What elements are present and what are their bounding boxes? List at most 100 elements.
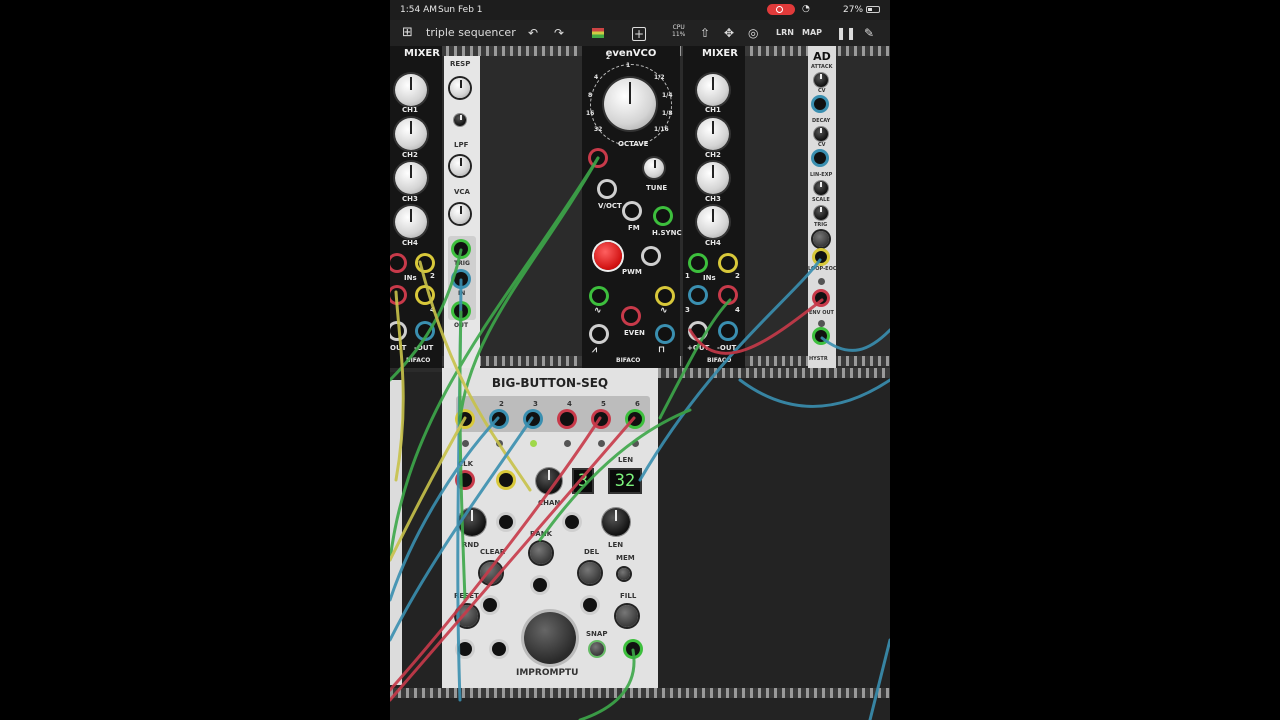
lin-exp-knob[interactable] (814, 181, 828, 195)
ch1-out-jack[interactable] (458, 412, 472, 426)
learn-button[interactable]: LRN (776, 25, 794, 41)
bank-cv-jack[interactable] (533, 578, 547, 592)
patch-title[interactable]: triple sequencer (426, 26, 516, 39)
vco-mod-jack[interactable] (591, 151, 605, 165)
even-out-jack[interactable] (624, 309, 638, 323)
ch3-out-jack[interactable] (526, 412, 540, 426)
filter-vca-module[interactable]: RESP LPF VCA TRIG IN OUT (444, 56, 480, 368)
reset-button[interactable] (456, 605, 478, 627)
evenvco-module[interactable]: evenVCO 2 1 1/2 1/4 1/8 1/16 32 16 8 4 O… (582, 46, 682, 368)
vca-knob[interactable] (450, 204, 470, 224)
ch3-knob[interactable] (697, 162, 729, 194)
ch2-knob[interactable] (395, 118, 427, 150)
trig-jack[interactable] (815, 251, 827, 263)
in3-jack[interactable] (390, 288, 404, 302)
patch-cable[interactable] (868, 638, 890, 720)
menu-grid-icon[interactable]: ⊞ (402, 25, 413, 41)
in2-jack[interactable] (721, 256, 735, 270)
in4-jack[interactable] (418, 288, 432, 302)
add-module-icon[interactable]: + (632, 27, 646, 41)
map-button[interactable]: MAP (802, 25, 822, 41)
ch2-out-jack[interactable] (492, 412, 506, 426)
snap-button[interactable] (590, 642, 604, 656)
bank-button[interactable] (530, 542, 552, 564)
ch1-knob[interactable] (395, 74, 427, 106)
chan-knob[interactable] (536, 468, 562, 494)
pause-icon[interactable]: ❚❚ (836, 25, 856, 41)
neg-out-jack[interactable] (418, 324, 432, 338)
del-cv-jack[interactable] (583, 598, 597, 612)
sine-out-jack[interactable] (592, 289, 606, 303)
out-jack[interactable] (691, 324, 705, 338)
ch3-knob[interactable] (395, 162, 427, 194)
eoc-jack[interactable] (815, 292, 827, 304)
lpf-knob[interactable] (450, 156, 470, 176)
scale-knob[interactable] (814, 206, 828, 220)
ch4-knob[interactable] (395, 206, 427, 238)
resp-trim-knob[interactable] (454, 114, 466, 126)
tune-knob[interactable] (644, 158, 664, 178)
in2-jack[interactable] (418, 256, 432, 270)
pwm-knob[interactable] (594, 242, 622, 270)
side-module-left[interactable] (390, 380, 402, 685)
big-button-seq-module[interactable]: BIG-BUTTON-SEQ 2 3 4 5 6 CLK CHAN 3 LEN … (442, 368, 658, 690)
attack-knob[interactable] (814, 73, 828, 87)
move-icon[interactable]: ✥ (724, 25, 734, 41)
mixer-right-module[interactable]: MIXER CH1 CH2 CH3 CH4 1 INs 2 3 4 +OUT -… (683, 46, 745, 368)
in1-jack[interactable] (390, 256, 404, 270)
del-button[interactable] (579, 562, 601, 584)
redo-icon[interactable]: ↷ (554, 25, 564, 41)
rnd-cv-jack[interactable] (499, 515, 513, 529)
screen-record-icon[interactable] (767, 4, 795, 15)
neg-out-jack[interactable] (721, 324, 735, 338)
share-icon[interactable]: ⇧ (700, 25, 710, 41)
big-cv-jack[interactable] (492, 642, 506, 656)
chan-cv-jack[interactable] (499, 473, 513, 487)
square-out-jack[interactable] (658, 327, 672, 341)
resp-knob[interactable] (450, 78, 470, 98)
env-out-jack[interactable] (815, 330, 827, 342)
reset-cv-jack[interactable] (458, 642, 472, 656)
mixer-left-module[interactable]: MIXER CH1 CH2 CH3 CH4 INs 2 4 OUT -OUT B… (390, 46, 442, 368)
cable-color-icon[interactable] (592, 28, 604, 38)
octave-knob[interactable] (604, 78, 656, 130)
rnd-knob[interactable] (458, 508, 486, 536)
pwm-jack[interactable] (644, 249, 658, 263)
ch1-knob[interactable] (697, 74, 729, 106)
patch-cable[interactable] (738, 378, 890, 408)
big-button[interactable] (524, 612, 576, 664)
trig-button[interactable] (813, 231, 829, 247)
len-cv-jack[interactable] (565, 515, 579, 529)
trig-jack[interactable] (454, 242, 468, 256)
voct-jack[interactable] (600, 182, 614, 196)
target-icon[interactable]: ◎ (748, 25, 758, 41)
ch6-out-jack[interactable] (628, 412, 642, 426)
in-jack[interactable] (454, 272, 468, 286)
out-jack[interactable] (390, 324, 404, 338)
out-jack[interactable] (454, 304, 468, 318)
fill-cv-jack[interactable] (626, 642, 640, 656)
cpu-meter[interactable]: CPU 11% (672, 24, 685, 38)
ch2-knob[interactable] (697, 118, 729, 150)
in4-jack[interactable] (721, 288, 735, 302)
saw-out-jack[interactable] (592, 327, 606, 341)
wrench-icon[interactable]: ✎ (864, 25, 874, 41)
undo-icon[interactable]: ↶ (528, 25, 538, 41)
decay-cv-jack[interactable] (814, 152, 826, 164)
clk-jack[interactable] (458, 473, 472, 487)
ad-envelope-module[interactable]: AD ATTACK CV DECAY CV LIN-EXP SCALE TRIG… (808, 46, 837, 368)
ch5-out-jack[interactable] (594, 412, 608, 426)
attack-cv-jack[interactable] (814, 98, 826, 110)
clear-button[interactable] (480, 562, 502, 584)
len-knob[interactable] (602, 508, 630, 536)
ch4-out-jack[interactable] (560, 412, 574, 426)
hsync-jack[interactable] (656, 209, 670, 223)
ch4-knob[interactable] (697, 206, 729, 238)
decay-knob[interactable] (814, 127, 828, 141)
clear-cv-jack[interactable] (483, 598, 497, 612)
in3-jack[interactable] (691, 288, 705, 302)
fm-jack[interactable] (625, 204, 639, 218)
mem-button[interactable] (618, 568, 630, 580)
fill-button[interactable] (616, 605, 638, 627)
in1-jack[interactable] (691, 256, 705, 270)
